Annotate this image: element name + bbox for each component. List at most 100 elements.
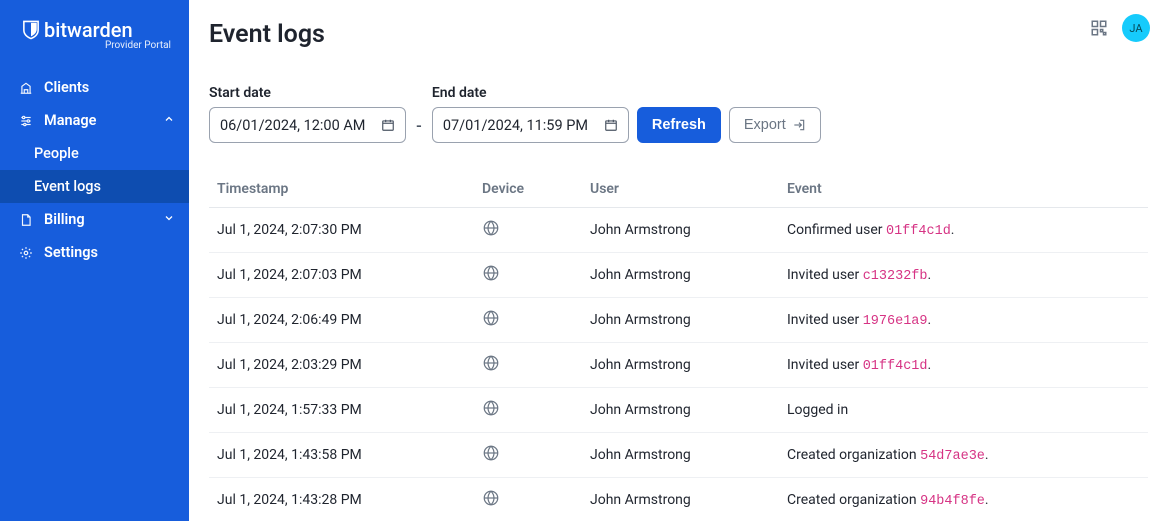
- cell-user: John Armstrong: [582, 478, 779, 521]
- col-user: User: [582, 171, 779, 208]
- event-suffix: .: [951, 222, 955, 238]
- cell-event: Invited user 1976e1a9.: [779, 298, 1148, 343]
- brand-block: bitwarden Provider Portal: [0, 0, 189, 61]
- table-row: Jul 1, 2024, 2:03:29 PMJohn ArmstrongInv…: [209, 343, 1148, 388]
- cell-device: [474, 298, 582, 343]
- sidebar-item-label: Manage: [44, 112, 96, 129]
- sidebar: bitwarden Provider Portal Clients Manage: [0, 0, 189, 521]
- cell-user: John Armstrong: [582, 343, 779, 388]
- event-suffix: .: [928, 312, 932, 328]
- end-date-label: End date: [432, 85, 629, 101]
- sidebar-item-label: Settings: [44, 244, 98, 261]
- cell-timestamp: Jul 1, 2024, 1:43:28 PM: [209, 478, 474, 521]
- globe-icon: [482, 219, 500, 237]
- sidebar-item-people[interactable]: People: [0, 137, 189, 170]
- col-event: Event: [779, 171, 1148, 208]
- sidebar-item-event-logs[interactable]: Event logs: [0, 170, 189, 203]
- end-date-value: 07/01/2024, 11:59 PM: [443, 117, 588, 134]
- main-area: JA Event logs Start date 06/01/2024, 12:…: [189, 0, 1168, 521]
- event-code: c13232fb: [863, 269, 928, 284]
- cell-device: [474, 343, 582, 388]
- end-date-input[interactable]: 07/01/2024, 11:59 PM: [432, 107, 629, 143]
- table-row: Jul 1, 2024, 1:43:28 PMJohn ArmstrongCre…: [209, 478, 1148, 521]
- cell-timestamp: Jul 1, 2024, 1:57:33 PM: [209, 388, 474, 433]
- date-separator: -: [414, 107, 424, 143]
- sidebar-item-billing[interactable]: Billing: [0, 203, 189, 236]
- export-button-label: Export: [744, 117, 786, 133]
- table-row: Jul 1, 2024, 1:57:33 PMJohn ArmstrongLog…: [209, 388, 1148, 433]
- sliders-icon: [18, 114, 34, 128]
- sidebar-item-label: Event logs: [34, 178, 101, 195]
- cell-timestamp: Jul 1, 2024, 2:03:29 PM: [209, 343, 474, 388]
- calendar-icon: [381, 118, 395, 132]
- start-date-input[interactable]: 06/01/2024, 12:00 AM: [209, 107, 406, 143]
- sidebar-item-settings[interactable]: Settings: [0, 236, 189, 269]
- cell-timestamp: Jul 1, 2024, 2:07:03 PM: [209, 253, 474, 298]
- event-suffix: .: [985, 447, 989, 463]
- event-suffix: .: [928, 267, 932, 283]
- event-text: Invited user: [787, 357, 863, 373]
- cell-device: [474, 433, 582, 478]
- sidebar-nav: Clients Manage People Event logs: [0, 71, 189, 269]
- cell-event: Invited user 01ff4c1d.: [779, 343, 1148, 388]
- col-timestamp: Timestamp: [209, 171, 474, 208]
- sidebar-item-label: Clients: [44, 79, 89, 96]
- cell-user: John Armstrong: [582, 253, 779, 298]
- start-date-field: Start date 06/01/2024, 12:00 AM: [209, 85, 406, 143]
- event-text: Created organization: [787, 447, 920, 463]
- cell-timestamp: Jul 1, 2024, 1:43:58 PM: [209, 433, 474, 478]
- event-code: 1976e1a9: [863, 314, 928, 329]
- gear-icon: [18, 246, 34, 260]
- cell-user: John Armstrong: [582, 208, 779, 253]
- export-icon: [792, 118, 806, 132]
- sidebar-item-clients[interactable]: Clients: [0, 71, 189, 104]
- refresh-button[interactable]: Refresh: [637, 107, 721, 143]
- table-row: Jul 1, 2024, 2:07:03 PM John Armstrong Inv…: [209, 253, 1148, 298]
- cell-user: John Armstrong: [582, 298, 779, 343]
- filter-row: Start date 06/01/2024, 12:00 AM - End da…: [209, 85, 1148, 143]
- col-device: Device: [474, 171, 582, 208]
- building-icon: [18, 81, 34, 95]
- avatar[interactable]: JA: [1122, 14, 1150, 42]
- globe-icon: [482, 309, 500, 327]
- globe-icon: [482, 264, 500, 282]
- page-title: Event logs: [209, 20, 1148, 49]
- cell-event: Logged in: [779, 388, 1148, 433]
- globe-icon: [482, 489, 500, 507]
- chevron-down-icon: [163, 211, 175, 228]
- cell-device: [474, 478, 582, 521]
- cell-event: Confirmed user 01ff4c1d.: [779, 208, 1148, 253]
- cell-event: Created organization 54d7ae3e.: [779, 433, 1148, 478]
- sidebar-item-manage[interactable]: Manage: [0, 104, 189, 137]
- table-row: Jul 1, 2024, 2:07:30 PMJohn ArmstrongCon…: [209, 208, 1148, 253]
- event-text: Invited user: [787, 267, 863, 283]
- table-row: Jul 1, 2024, 2:06:49 PMJohn ArmstrongInv…: [209, 298, 1148, 343]
- shield-icon: [22, 20, 40, 40]
- calendar-icon: [604, 118, 618, 132]
- topbar: JA: [1090, 14, 1150, 42]
- start-date-value: 06/01/2024, 12:00 AM: [220, 117, 365, 134]
- cell-device: [474, 208, 582, 253]
- end-date-field: End date 07/01/2024, 11:59 PM: [432, 85, 629, 143]
- avatar-initials: JA: [1129, 22, 1142, 35]
- cell-event: Created organization 94b4f8fe.: [779, 478, 1148, 521]
- brand-subtitle: Provider Portal: [22, 40, 171, 51]
- event-text: Confirmed user: [787, 222, 886, 238]
- export-button[interactable]: Export: [729, 107, 821, 143]
- table-row: Jul 1, 2024, 1:43:58 PMJohn ArmstrongCre…: [209, 433, 1148, 478]
- event-code: 54d7ae3e: [920, 449, 985, 464]
- cell-device: [474, 388, 582, 433]
- qr-icon[interactable]: [1090, 19, 1108, 37]
- sidebar-item-label: People: [34, 145, 79, 162]
- event-code: 94b4f8fe: [920, 494, 985, 509]
- cell-timestamp: Jul 1, 2024, 2:07:30 PM: [209, 208, 474, 253]
- event-text: Invited user: [787, 312, 863, 328]
- event-text: Logged in: [787, 402, 848, 418]
- sidebar-item-label: Billing: [44, 211, 85, 228]
- event-text: Created organization: [787, 492, 920, 508]
- event-code: 01ff4c1d: [886, 224, 951, 239]
- globe-icon: [482, 354, 500, 372]
- brand-name: bitwarden: [44, 18, 133, 42]
- event-code: 01ff4c1d: [863, 359, 928, 374]
- events-table: Timestamp Device User Event Jul 1, 2024,…: [209, 171, 1148, 521]
